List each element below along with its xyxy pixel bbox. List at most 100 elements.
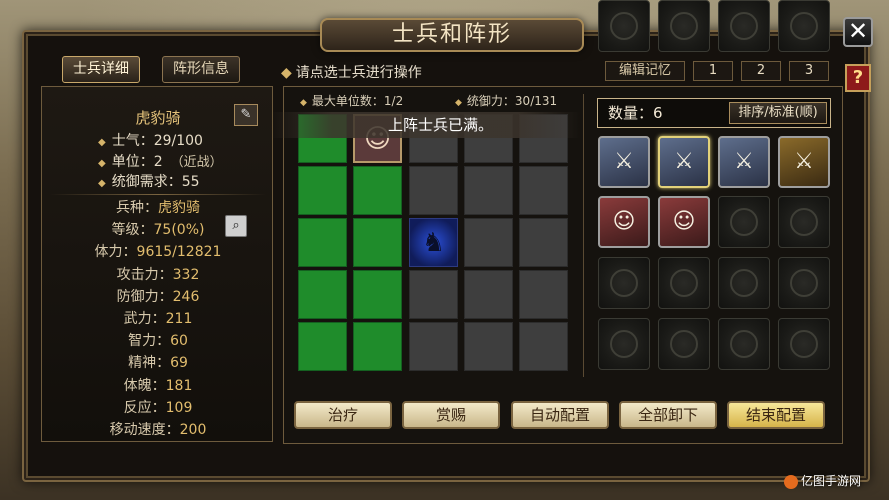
stat-command-req: ◆ 统御需求：55 bbox=[98, 174, 200, 190]
roster-empty-slot[interactable] bbox=[778, 196, 830, 248]
cavalry-icon: ♞ bbox=[421, 227, 446, 258]
magnifier-icon: ⌕ bbox=[232, 218, 240, 233]
formation-cell[interactable] bbox=[464, 166, 513, 215]
placed-cavalry-unit[interactable]: ♞ bbox=[409, 218, 458, 267]
formation-cell[interactable] bbox=[409, 270, 458, 319]
roster-empty-slot[interactable] bbox=[598, 257, 650, 309]
roster-unit-spearman[interactable]: ⚔ bbox=[598, 136, 650, 188]
watermark: 亿图手游网 bbox=[784, 472, 861, 489]
empty-slot-emblem-icon bbox=[730, 330, 758, 358]
diamond-icon: ◆ bbox=[98, 137, 106, 148]
diamond-icon: ◆ bbox=[300, 98, 307, 108]
diamond-icon: ◆ bbox=[98, 158, 106, 169]
roster-empty-slot[interactable] bbox=[778, 257, 830, 309]
formation-cell[interactable] bbox=[519, 322, 568, 371]
tab-formation-info[interactable]: 阵形信息 bbox=[162, 56, 240, 83]
attr-reaction: 反应：109 bbox=[123, 400, 193, 416]
spearman-icon: ⚔ bbox=[674, 149, 694, 174]
archer-icon: ☺ bbox=[672, 209, 696, 234]
empty-slot-emblem-icon bbox=[670, 330, 698, 358]
formation-cell[interactable] bbox=[409, 166, 458, 215]
roster-unit-archer[interactable]: ☺ bbox=[598, 196, 650, 248]
empty-slot-emblem-icon bbox=[670, 269, 698, 297]
attr-spirit: 精神：69 bbox=[128, 355, 188, 371]
level-search-button[interactable]: ⌕ bbox=[225, 215, 247, 237]
roster-unit-spearman[interactable]: ⚔ bbox=[718, 136, 770, 188]
heal-button[interactable]: 治疗 bbox=[294, 401, 392, 429]
diamond-icon: ◆ bbox=[281, 65, 292, 81]
roster-empty-slot[interactable] bbox=[778, 318, 830, 370]
site-logo-icon bbox=[784, 474, 798, 489]
soldier-detail-panel: 虎豹骑 ✎ ◆ 士气：29/100 ◆ 单位：2 （近战） ◆ 统御需求：55 兵种：虎… bbox=[41, 86, 273, 442]
finish-config-button[interactable]: 结束配置 bbox=[727, 401, 825, 429]
formation-cell[interactable] bbox=[353, 270, 402, 319]
attr-physique: 体魄：181 bbox=[123, 378, 193, 394]
roster-empty-slot[interactable] bbox=[658, 318, 710, 370]
formation-cell[interactable] bbox=[464, 322, 513, 371]
dialog-title: 士兵和阵形 bbox=[320, 18, 584, 52]
formation-cell[interactable] bbox=[409, 322, 458, 371]
formation-cell[interactable] bbox=[519, 270, 568, 319]
roster-empty-slot[interactable] bbox=[718, 257, 770, 309]
empty-slot-emblem-icon bbox=[790, 330, 818, 358]
panel-separator bbox=[583, 94, 584, 377]
empty-slot-emblem-icon bbox=[610, 269, 638, 297]
roster-empty-slot[interactable] bbox=[778, 0, 830, 52]
edit-memory-label: 编辑记忆 bbox=[605, 61, 685, 81]
help-button[interactable]: ? bbox=[845, 64, 871, 92]
attr-force: 武力：211 bbox=[123, 311, 193, 327]
roster-unit-archer[interactable]: ☺ bbox=[658, 196, 710, 248]
memory-slot-2[interactable]: 2 bbox=[741, 61, 781, 81]
attr-defense: 防御力：246 bbox=[116, 289, 200, 305]
empty-slot-emblem-icon bbox=[730, 269, 758, 297]
roster-empty-slot[interactable] bbox=[718, 196, 770, 248]
toast-message: 上阵士兵已满。 bbox=[270, 112, 580, 138]
stat-units: ◆ 单位：2 （近战） bbox=[98, 154, 223, 170]
formation-cell[interactable] bbox=[464, 218, 513, 267]
archer-icon: ☺ bbox=[612, 209, 636, 234]
empty-slot-emblem-icon bbox=[610, 12, 638, 40]
formation-cell[interactable] bbox=[298, 270, 347, 319]
attr-move-speed: 移动速度：200 bbox=[109, 422, 207, 438]
max-units-info: ◆ 最大单位数：1/2 bbox=[300, 94, 404, 108]
empty-slot-emblem-icon bbox=[790, 269, 818, 297]
formation-cell[interactable] bbox=[298, 218, 347, 267]
formation-cell[interactable] bbox=[298, 166, 347, 215]
formation-cell[interactable] bbox=[353, 166, 402, 215]
formation-cell[interactable] bbox=[353, 322, 402, 371]
roster-empty-slot[interactable] bbox=[718, 0, 770, 52]
formation-cell[interactable] bbox=[353, 218, 402, 267]
roster-unit-swordsman[interactable]: ⚔ bbox=[778, 136, 830, 188]
tab-soldier-detail[interactable]: 士兵详细 bbox=[62, 56, 140, 83]
attr-type: 兵种：虎豹骑 bbox=[116, 200, 200, 216]
reward-button[interactable]: 赏赐 bbox=[402, 401, 500, 429]
hint-text: ◆ 请点选士兵进行操作 bbox=[281, 62, 422, 82]
memory-slot-3[interactable]: 3 bbox=[789, 61, 829, 81]
edit-name-button[interactable]: ✎ bbox=[234, 104, 258, 126]
formation-cell[interactable] bbox=[519, 218, 568, 267]
auto-config-button[interactable]: 自动配置 bbox=[511, 401, 609, 429]
diamond-icon: ◆ bbox=[98, 178, 106, 189]
attr-attack: 攻击力：332 bbox=[116, 267, 200, 283]
attr-hp: 体力：9615/12821 bbox=[94, 244, 222, 260]
empty-slot-emblem-icon bbox=[790, 12, 818, 40]
roster-empty-slot[interactable] bbox=[658, 257, 710, 309]
roster-unit-spearman[interactable]: ⚔ bbox=[658, 136, 710, 188]
swordsman-icon: ⚔ bbox=[794, 149, 814, 174]
sort-button[interactable]: 排序/标准(顺) bbox=[729, 102, 827, 124]
pencil-icon: ✎ bbox=[240, 107, 252, 122]
stat-morale: ◆ 士气：29/100 bbox=[98, 133, 203, 149]
roster-empty-slot[interactable] bbox=[718, 318, 770, 370]
roster-empty-slot[interactable] bbox=[598, 0, 650, 52]
unequip-all-button[interactable]: 全部卸下 bbox=[619, 401, 717, 429]
divider bbox=[50, 194, 266, 195]
memory-slot-1[interactable]: 1 bbox=[693, 61, 733, 81]
formation-cell[interactable] bbox=[298, 322, 347, 371]
empty-slot-emblem-icon bbox=[730, 12, 758, 40]
roster-empty-slot[interactable] bbox=[598, 318, 650, 370]
roster-empty-slot[interactable] bbox=[658, 0, 710, 52]
formation-cell[interactable] bbox=[519, 166, 568, 215]
empty-slot-emblem-icon bbox=[790, 208, 818, 236]
close-button[interactable]: ✕ bbox=[843, 17, 873, 47]
formation-cell[interactable] bbox=[464, 270, 513, 319]
